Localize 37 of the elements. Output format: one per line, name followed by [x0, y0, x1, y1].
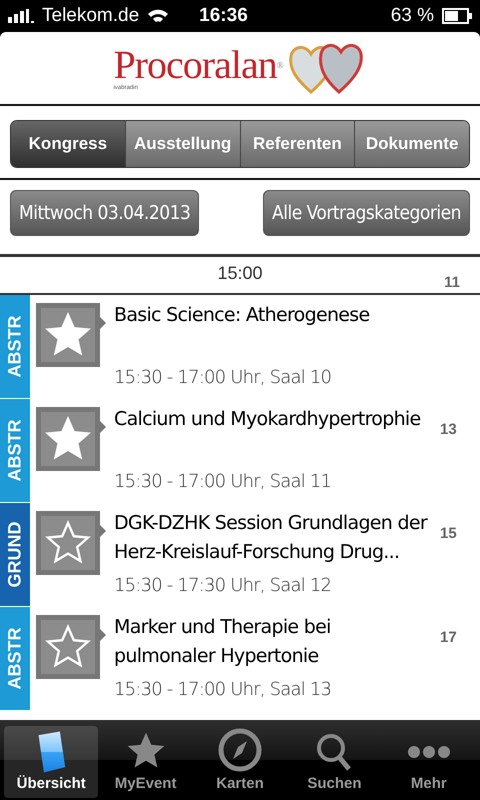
session-title[interactable]: Calcium und Myokardhypertrophie — [114, 405, 434, 434]
battery-percent: 63 % — [390, 5, 434, 27]
tab-bar-item[interactable]: Karten — [192, 726, 288, 798]
segment-tab[interactable]: Referenten — [240, 121, 354, 167]
session-details: 15:30 - 17:00 Uhr, Saal 11 — [114, 471, 332, 492]
session-details: 15:30 - 17:30 Uhr, Saal 12 — [114, 575, 332, 596]
session-number: 11 — [444, 274, 460, 291]
category-tag: ABSTR — [0, 295, 30, 398]
clock: 16:36 — [199, 5, 248, 27]
compass-icon — [217, 727, 264, 773]
tab-bar-item[interactable]: Suchen — [287, 726, 382, 798]
session-details: 15:30 - 17:00 Uhr, Saal 10 — [114, 367, 332, 388]
session-title[interactable]: DGK-DZHK Session Grundlagen der Herz-Kreislauf-Forschung Drug... — [114, 509, 434, 567]
time-header: 15:00 — [217, 263, 263, 284]
session-number: 15 — [440, 525, 457, 542]
battery-icon — [442, 8, 472, 24]
tab-bar-item[interactable]: Übersicht — [4, 726, 98, 798]
segment-tab[interactable]: Ausstellung — [124, 121, 240, 167]
more-icon — [406, 745, 451, 759]
category-tag: ABSTR — [0, 607, 30, 710]
segment-tab[interactable]: Dokumente — [354, 121, 469, 167]
category-tag: ABSTR — [0, 399, 30, 502]
carrier-name: Telekom.de — [42, 5, 140, 27]
date-button[interactable]: Mittwoch 03.04.2013 — [10, 190, 200, 236]
category-tag: GRUND — [0, 503, 30, 606]
session-number: 13 — [440, 421, 457, 438]
category-filter-button[interactable]: Alle Vortragskategorien — [263, 190, 470, 236]
session-details: 15:30 - 17:00 Uhr, Saal 13 — [114, 679, 332, 700]
session-number: 17 — [440, 629, 457, 646]
session-title[interactable]: Basic Science: Atherogenese — [114, 301, 434, 330]
signal-icon — [8, 9, 34, 23]
session-title[interactable]: Marker und Therapie bei pulmonaler Hypertonie — [114, 613, 434, 671]
tab-bar-item[interactable]: Mehr — [382, 726, 476, 798]
brand-logo: Procoralan$^{®}$ — [113, 44, 283, 84]
tab-bar-item[interactable]: MyEvent — [98, 726, 193, 798]
segment-tab[interactable]: Kongress — [11, 121, 125, 167]
wifi-icon — [147, 8, 170, 24]
